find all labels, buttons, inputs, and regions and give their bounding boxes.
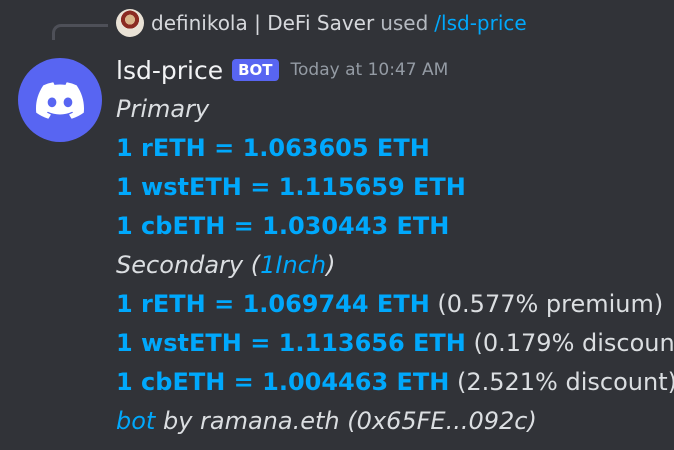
reply-used-text: used <box>380 11 429 35</box>
reply-context[interactable]: definikola | DeFi Saver used /lsd-price <box>116 8 527 38</box>
secondary-source-link[interactable]: 1Inch <box>260 251 326 279</box>
secondary-price-cbeth[interactable]: 1 cbETH = 1.004463 ETH <box>116 368 449 396</box>
chat-message: definikola | DeFi Saver used /lsd-price … <box>0 0 674 450</box>
secondary-row-reth: 1 rETH = 1.069744 ETH (0.577% premium) <box>116 285 674 324</box>
message-timestamp[interactable]: Today at 10:47 AM <box>291 60 449 80</box>
footer-bot-link[interactable]: bot <box>116 407 155 435</box>
reply-author-avatar[interactable] <box>116 9 144 37</box>
message-content: lsd-price BOT Today at 10:47 AM Primary … <box>116 50 674 441</box>
primary-price-reth[interactable]: 1 rETH = 1.063605 ETH <box>116 129 674 168</box>
footer-credit-text: by ramana.eth (0x65FE...092c) <box>155 407 537 435</box>
secondary-note-reth: (0.577% premium) <box>429 290 664 318</box>
discord-logo-icon <box>36 81 84 119</box>
reply-connector <box>52 24 108 40</box>
footer-credit: bot by ramana.eth (0x65FE...092c) <box>116 402 674 441</box>
bot-username[interactable]: lsd-price <box>116 56 223 85</box>
primary-heading: Primary <box>116 95 210 123</box>
secondary-close: ) <box>326 251 336 279</box>
secondary-heading: Secondary (1Inch) <box>116 246 674 285</box>
bot-tag: BOT <box>232 59 279 81</box>
primary-price-wsteth[interactable]: 1 wstETH = 1.115659 ETH <box>116 168 674 207</box>
secondary-price-wsteth[interactable]: 1 wstETH = 1.113656 ETH <box>116 329 466 357</box>
primary-price-cbeth[interactable]: 1 cbETH = 1.030443 ETH <box>116 207 674 246</box>
reply-command[interactable]: /lsd-price <box>434 11 526 35</box>
secondary-label: Secondary ( <box>116 251 261 279</box>
secondary-note-wsteth: (0.179% discount) <box>465 329 674 357</box>
secondary-price-reth[interactable]: 1 rETH = 1.069744 ETH <box>116 290 430 318</box>
secondary-row-cbeth: 1 cbETH = 1.004463 ETH (2.521% discount) <box>116 363 674 402</box>
bot-avatar[interactable] <box>18 58 102 142</box>
secondary-row-wsteth: 1 wstETH = 1.113656 ETH (0.179% discount… <box>116 324 674 363</box>
message-header: lsd-price BOT Today at 10:47 AM <box>116 50 674 90</box>
reply-author-name[interactable]: definikola | DeFi Saver <box>151 11 374 35</box>
secondary-note-cbeth: (2.521% discount) <box>449 368 674 396</box>
